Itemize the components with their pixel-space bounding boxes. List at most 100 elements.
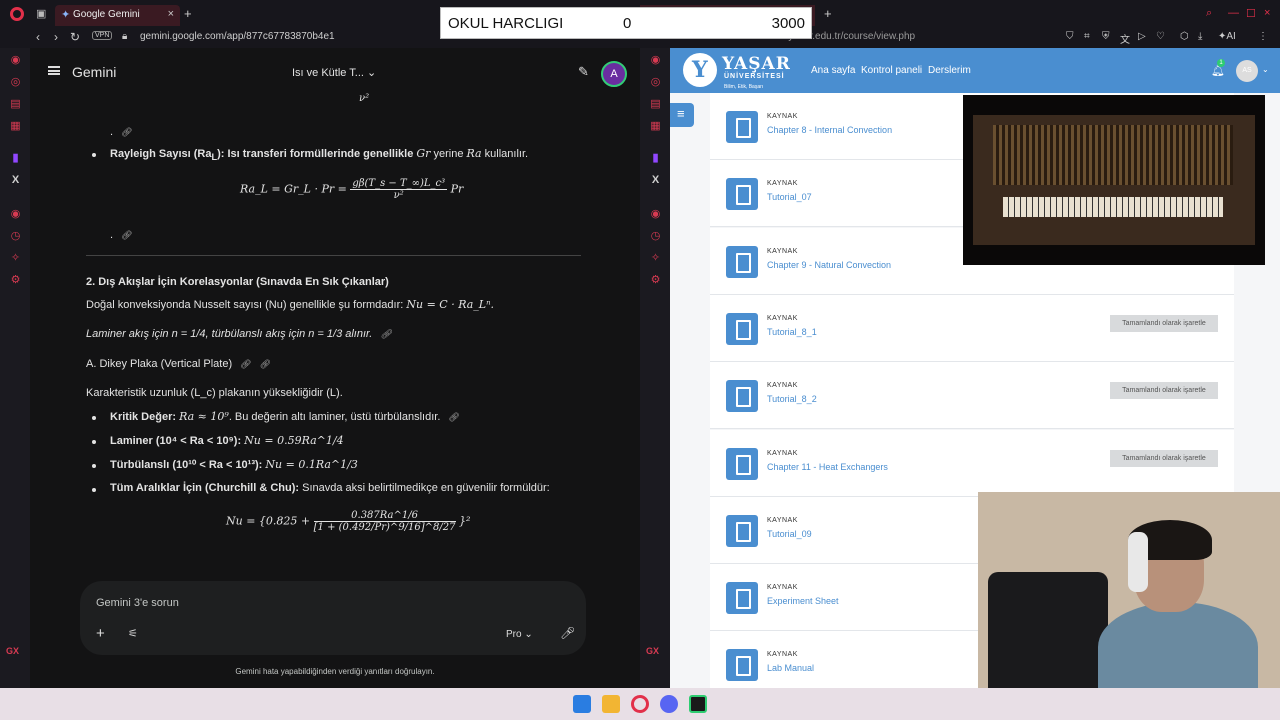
settings-icon[interactable]: ⚙ — [9, 274, 22, 287]
minimize-icon[interactable]: — — [1228, 7, 1239, 19]
news-icon[interactable]: ▦ — [9, 120, 22, 133]
opera-logo-icon[interactable] — [10, 7, 24, 21]
file-icon[interactable] — [726, 111, 758, 143]
url-field[interactable]: gemini.google.com/app/877c67783870b4e1 — [140, 31, 335, 42]
user-avatar[interactable]: AS — [1236, 60, 1258, 82]
resource-link[interactable]: Chapter 11 - Heat Exchangers — [767, 462, 888, 472]
discord-icon[interactable] — [660, 695, 678, 713]
link-icon[interactable]: 🔗︎ — [240, 359, 251, 369]
link-icon[interactable]: 🔗︎ — [380, 329, 391, 339]
twitch-icon[interactable]: ▮ — [649, 152, 662, 165]
resource-link[interactable]: Lab Manual — [767, 663, 814, 673]
tab-list-icon[interactable]: ▣ — [36, 7, 46, 20]
history-icon[interactable]: ◷ — [649, 230, 662, 243]
twitch-icon[interactable]: ▮ — [9, 152, 22, 165]
avatar[interactable]: A — [601, 61, 627, 87]
university-logo-icon[interactable] — [683, 53, 717, 87]
model-selector[interactable]: Pro ⌄ — [506, 629, 533, 640]
extensions-icon[interactable]: ✧ — [649, 252, 662, 265]
new-tab-button[interactable]: + — [824, 6, 832, 21]
gx-icon[interactable]: GX — [6, 646, 19, 656]
resource-item[interactable]: KAYNAK Chapter 11 - Heat Exchangers Tamaml… — [710, 429, 1234, 497]
course-index-toggle[interactable] — [670, 103, 694, 127]
resource-link[interactable]: Tutorial_07 — [767, 192, 812, 202]
anchor-link[interactable]: . 🔗︎ — [110, 229, 133, 241]
link-icon[interactable]: 🔗︎ — [260, 359, 271, 369]
player-icon[interactable]: ◉ — [9, 208, 22, 221]
tab-google-gemini[interactable]: ✦ Google Gemini × — [55, 5, 180, 26]
shield-icon[interactable]: ⛨ — [1102, 31, 1110, 42]
resource-link[interactable]: Tutorial_8_2 — [767, 394, 817, 404]
link-icon[interactable]: 🔗︎ — [121, 230, 132, 240]
conversation-title[interactable]: Isı ve Kütle T... ⌄ — [292, 66, 376, 79]
extensions-icon[interactable]: ✧ — [9, 252, 22, 265]
file-icon[interactable] — [726, 447, 758, 480]
start-icon[interactable] — [573, 695, 591, 713]
streamlabs-icon[interactable] — [689, 695, 707, 713]
search-icon[interactable]: ⌕ — [1206, 7, 1212, 20]
whatsapp-icon[interactable]: ◎ — [9, 76, 22, 89]
resource-link[interactable]: Chapter 9 - Natural Convection — [767, 260, 891, 270]
ai-icon[interactable]: ✦AI — [1218, 31, 1236, 42]
piano-video-overlay[interactable] — [963, 95, 1265, 265]
file-icon[interactable] — [726, 380, 758, 413]
prompt-input[interactable]: Gemini 3'e sorun — [96, 597, 179, 609]
resource-item[interactable]: KAYNAK Tutorial_8_1 Tamamlandı olarak işar… — [710, 294, 1234, 362]
microphone-icon[interactable]: 🎤︎ — [560, 626, 575, 640]
translate-icon[interactable]: 文 — [1120, 31, 1130, 46]
x-icon[interactable]: X — [649, 174, 662, 187]
messenger-icon[interactable]: ◉ — [9, 54, 22, 67]
file-icon[interactable] — [726, 649, 758, 682]
forward-icon[interactable]: › — [54, 30, 58, 44]
tools-icon[interactable]: ⚟ — [128, 627, 138, 640]
add-icon[interactable]: + — [96, 625, 105, 642]
anchor-link[interactable]: . 🔗︎ — [110, 126, 133, 138]
resource-link[interactable]: Experiment Sheet — [767, 596, 839, 606]
file-icon[interactable] — [726, 582, 758, 615]
nav-home[interactable]: Ana sayfa — [811, 65, 855, 76]
link-icon[interactable]: 🔗︎ — [121, 127, 132, 137]
download-icon[interactable]: ⤓ — [1198, 31, 1202, 42]
new-chat-icon[interactable]: ✎ — [578, 64, 589, 80]
play-icon[interactable]: ▷ — [1138, 31, 1146, 42]
file-icon[interactable] — [726, 178, 758, 211]
file-explorer-icon[interactable] — [602, 695, 620, 713]
music-icon[interactable]: ▤ — [9, 98, 22, 111]
file-icon[interactable] — [726, 312, 758, 345]
gx-icon[interactable]: GX — [646, 646, 659, 656]
heart-icon[interactable]: ♡ — [1156, 31, 1165, 42]
resource-item[interactable]: KAYNAK Tutorial_8_2 Tamamlandı olarak işar… — [710, 362, 1234, 430]
menu-icon[interactable] — [48, 66, 60, 75]
settings-icon[interactable]: ⚙ — [649, 274, 662, 287]
x-icon[interactable]: X — [9, 174, 22, 187]
opera-gx-icon[interactable] — [631, 695, 649, 713]
whatsapp-icon[interactable]: ◎ — [649, 76, 662, 89]
snapshot-icon[interactable]: ⌗ — [1084, 31, 1090, 42]
extensions-icon[interactable]: ⬡ — [1180, 31, 1189, 42]
reload-icon[interactable]: ↻ — [70, 30, 80, 44]
music-icon[interactable]: ▤ — [649, 98, 662, 111]
notification-bell-icon[interactable]: 🔔︎ 1 — [1211, 59, 1225, 77]
nav-my-courses[interactable]: Derslerim — [928, 65, 971, 76]
link-icon[interactable]: 🔗︎ — [448, 412, 459, 422]
file-icon[interactable] — [726, 514, 758, 547]
prompt-box[interactable]: Gemini 3'e sorun + ⚟ Pro ⌄ 🎤︎ — [80, 581, 586, 655]
messenger-icon[interactable]: ◉ — [649, 54, 662, 67]
back-icon[interactable]: ‹ — [36, 30, 40, 44]
history-icon[interactable]: ◷ — [9, 230, 22, 243]
resource-link[interactable]: Chapter 8 - Internal Convection — [767, 125, 892, 135]
new-tab-button[interactable]: + — [184, 6, 192, 21]
maximize-icon[interactable]: ☐ — [1246, 7, 1256, 20]
file-icon[interactable] — [726, 245, 758, 278]
close-tab-icon[interactable]: × — [168, 8, 174, 20]
menu-icon[interactable]: ⋮ — [1258, 31, 1268, 42]
mark-complete-button[interactable]: Tamamlandı olarak işaretle — [1110, 449, 1218, 467]
news-icon[interactable]: ▦ — [649, 120, 662, 133]
close-window-icon[interactable]: × — [1264, 7, 1270, 19]
resource-link[interactable]: Tutorial_09 — [767, 529, 812, 539]
bookmark-icon[interactable]: ⛉ — [1066, 31, 1074, 42]
chevron-down-icon[interactable]: ⌄ — [1262, 65, 1269, 74]
vpn-badge[interactable]: VPN — [92, 31, 113, 40]
mark-complete-button[interactable]: Tamamlandı olarak işaretle — [1110, 382, 1218, 400]
mark-complete-button[interactable]: Tamamlandı olarak işaretle — [1110, 314, 1218, 332]
